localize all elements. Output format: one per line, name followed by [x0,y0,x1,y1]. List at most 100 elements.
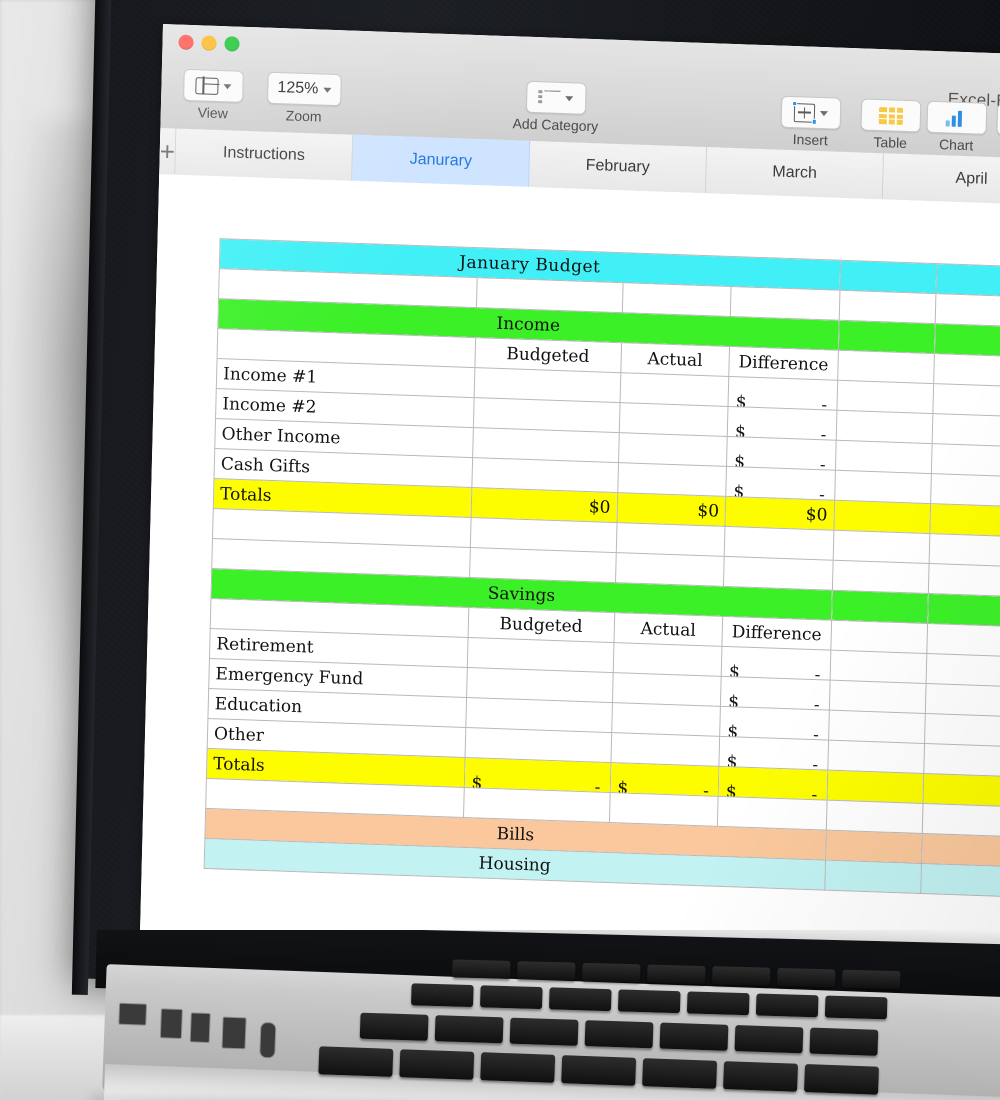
empty-cell[interactable] [837,350,935,384]
totals-actual: $0 [616,492,726,527]
numbers-window: Excel-Budget View 125% Zoom Add Category… [139,24,1000,968]
key-row [318,1046,879,1095]
empty-cell[interactable] [835,410,933,444]
table-button[interactable] [860,98,922,133]
empty-cell[interactable] [825,800,924,834]
key-row [411,983,888,1020]
empty-cell[interactable] [609,792,719,827]
sheet-tab-instructions[interactable]: Instructions [175,128,354,181]
empty-cell[interactable] [836,380,934,414]
empty-cell[interactable] [839,260,937,294]
cell-difference[interactable]: $ - [720,676,830,711]
chevron-down-icon [565,95,574,101]
table-control[interactable]: Table [860,98,922,151]
empty-cell[interactable] [934,323,1000,358]
empty-cell[interactable] [833,500,931,534]
empty-cell[interactable] [615,552,725,587]
empty-cell[interactable] [730,286,840,321]
empty-cell[interactable] [928,563,1000,598]
cell-actual[interactable] [619,372,729,407]
cell-actual[interactable] [611,702,721,737]
chart-control[interactable]: Chart [926,100,988,154]
empty-cell[interactable] [930,473,1000,508]
cell-difference[interactable]: $ - [728,376,838,411]
empty-cell[interactable] [724,526,834,561]
empty-cell[interactable] [923,773,1000,808]
minimize-button[interactable] [201,35,217,51]
empty-cell[interactable] [835,440,933,474]
empty-cell[interactable] [926,653,1000,688]
empty-cell[interactable] [824,860,922,894]
add-sheet-button[interactable]: + [159,127,177,175]
empty-cell[interactable] [932,413,1000,448]
sheet-tab-march[interactable]: March [706,147,885,200]
spreadsheet-canvas[interactable]: January Budget Income Budgeted Actual Di… [139,173,1000,968]
cell-actual[interactable] [618,432,728,467]
insert-button[interactable] [780,95,842,130]
empty-cell[interactable] [924,713,1000,748]
empty-cell[interactable] [927,593,1000,628]
sheet-tab-janurary[interactable]: Janurary [352,134,531,187]
window-controls[interactable] [178,34,240,52]
cell-difference[interactable]: $ - [727,406,837,441]
cell-actual[interactable] [612,642,723,677]
empty-cell[interactable] [936,263,1000,298]
cell-difference[interactable]: $ - [721,646,831,681]
empty-cell[interactable] [929,533,1000,568]
empty-cell[interactable] [829,650,927,684]
empty-cell[interactable] [830,620,928,654]
empty-cell[interactable] [621,282,732,317]
zoom-control[interactable]: 125% Zoom [267,71,342,126]
zoom-button[interactable]: 125% [267,71,342,107]
empty-cell[interactable] [931,443,1000,478]
empty-cell[interactable] [831,590,929,624]
cell-actual[interactable] [612,672,722,707]
empty-cell[interactable] [929,503,1000,538]
sheet-tab-february[interactable]: February [529,140,708,194]
empty-cell[interactable] [838,290,937,324]
empty-cell[interactable] [615,522,726,557]
add-category-control[interactable]: Add Category [512,80,599,134]
budget-table[interactable]: January Budget Income Budgeted Actual Di… [204,238,1000,898]
add-category-button[interactable] [525,80,587,115]
close-button[interactable] [178,34,194,51]
empty-cell[interactable] [920,863,1000,898]
empty-cell[interactable] [834,470,932,504]
empty-cell[interactable] [826,770,924,804]
insert-control[interactable]: Insert [780,95,842,149]
view-panel-icon [195,76,219,95]
empty-cell[interactable] [723,556,833,591]
empty-cell[interactable] [828,710,926,744]
empty-cell[interactable] [935,293,1000,328]
cell-difference[interactable]: $ - [726,436,836,471]
empty-cell[interactable] [825,830,923,864]
empty-cell[interactable] [831,560,930,594]
empty-cell[interactable] [925,683,1000,718]
view-control[interactable]: View [183,68,244,122]
empty-cell[interactable] [923,743,1000,778]
text-control[interactable]: T Text [996,103,1000,156]
cell-difference[interactable]: $ - [719,736,829,771]
empty-cell[interactable] [921,833,1000,868]
view-button[interactable] [183,68,244,103]
cell-actual[interactable] [618,402,729,437]
key [809,1027,879,1056]
empty-cell[interactable] [838,320,936,354]
empty-cell[interactable] [926,623,1000,658]
empty-cell[interactable] [932,383,1000,418]
port-headphone [259,1021,277,1059]
empty-cell[interactable] [717,796,827,831]
chart-button[interactable] [926,100,988,135]
sheet-tab-april[interactable]: April [882,153,1000,206]
zoom-button[interactable] [224,36,240,52]
empty-cell[interactable] [922,803,1000,838]
cell-difference[interactable]: $ - [719,706,829,741]
empty-cell[interactable] [827,740,925,774]
cell-difference[interactable]: $ - [725,466,836,501]
text-button[interactable]: T [996,103,1000,138]
empty-cell[interactable] [933,353,1000,388]
cell-actual[interactable] [617,462,727,497]
empty-cell[interactable] [832,530,930,564]
cell-actual[interactable] [610,732,720,767]
empty-cell[interactable] [828,680,927,714]
